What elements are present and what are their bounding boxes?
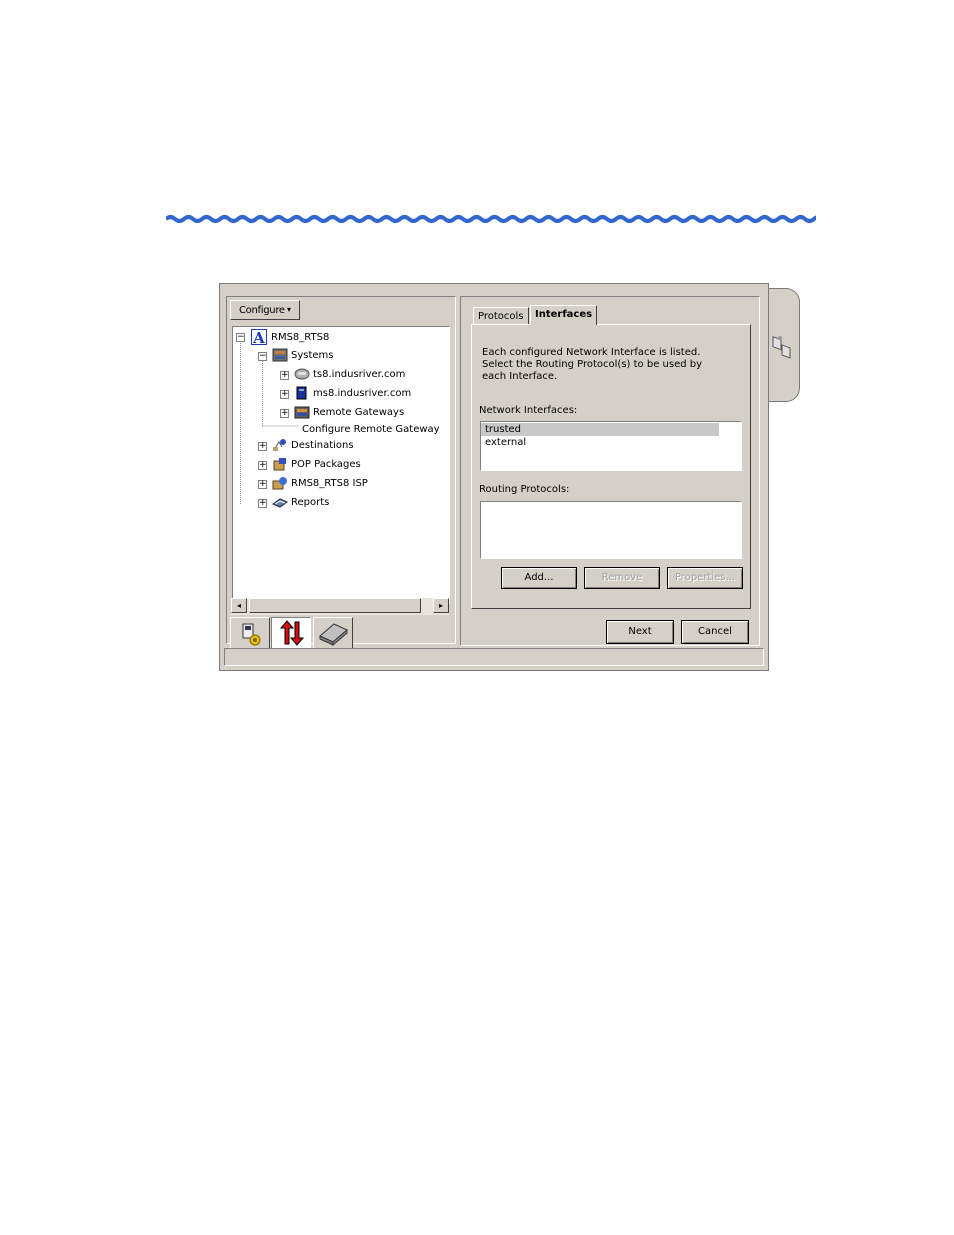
scroll-right-icon[interactable]: ▸ — [433, 598, 449, 613]
routing-protocols-label: Routing Protocols: — [479, 484, 570, 495]
tree-item-root[interactable]: A RMS8_RTS8 — [250, 329, 329, 345]
interfaces-tab-panel: Each configured Network Interface is lis… — [471, 324, 751, 609]
management-server-icon — [296, 386, 307, 400]
expand-isp-toggle[interactable]: + — [258, 480, 267, 489]
modem-icon — [319, 623, 348, 647]
expand-pop-toggle[interactable]: + — [258, 461, 267, 470]
isp-icon — [272, 477, 287, 490]
configuration-tool-button[interactable] — [230, 617, 270, 649]
chevron-down-icon: ▾ — [287, 305, 292, 314]
systems-icon — [272, 348, 288, 362]
up-down-arrows-icon — [279, 620, 305, 646]
status-bar — [224, 648, 764, 666]
description-line-3: each Interface. — [482, 371, 558, 382]
expand-gateways-toggle[interactable]: + — [280, 409, 289, 418]
tree-item-configure-gateway[interactable]: Configure Remote Gateway — [302, 422, 440, 438]
tree-label-destinations: Destinations — [291, 440, 354, 451]
routing-tool-button[interactable] — [271, 617, 311, 649]
next-button[interactable]: Next — [606, 620, 674, 644]
right-pane: Protocols Interfaces Each configured Net… — [460, 296, 760, 646]
tree-label-configure-gateway: Configure Remote Gateway — [302, 424, 440, 435]
scrollbar-thumb[interactable] — [249, 598, 421, 613]
tree-item-ts8[interactable]: ts8.indusriver.com — [294, 367, 405, 383]
tree-label-isp: RMS8_RTS8 ISP — [291, 478, 368, 489]
scroll-left-icon[interactable]: ◂ — [231, 598, 247, 613]
description-text: Each configured Network Interface is lis… — [482, 347, 702, 383]
collapse-systems-toggle[interactable]: − — [258, 352, 267, 361]
tree-label-ms8: ms8.indusriver.com — [313, 388, 412, 399]
tree-label-pop: POP Packages — [291, 459, 361, 470]
tree-label-reports: Reports — [291, 497, 330, 508]
cancel-button[interactable]: Cancel — [681, 620, 749, 644]
reports-icon — [272, 498, 288, 508]
tree-label-gateways: Remote Gateways — [313, 407, 405, 418]
navigation-tree[interactable]: − A RMS8_RTS8 − Systems + ts8.indusriver… — [232, 326, 450, 604]
tree-item-systems[interactable]: Systems — [272, 348, 334, 364]
left-pane: Configure ▾ − A RMS8_RTS8 − Systems + ts… — [226, 296, 456, 649]
tree-item-destinations[interactable]: Destinations — [272, 438, 354, 454]
interface-item-trusted[interactable]: trusted — [481, 423, 719, 436]
tab-interfaces[interactable]: Interfaces — [530, 305, 598, 325]
configure-menu-button[interactable]: Configure ▾ — [230, 300, 300, 320]
computers-gear-icon — [242, 623, 261, 646]
properties-button[interactable]: Properties... — [667, 567, 743, 589]
tab-interfaces-label: Interfaces — [535, 309, 593, 320]
side-tab[interactable] — [767, 288, 800, 402]
configuration-window: Configure ▾ − A RMS8_RTS8 − Systems + ts… — [219, 283, 800, 671]
description-line-2: Select the Routing Protocol(s) to be use… — [482, 359, 703, 370]
add-button[interactable]: Add... — [501, 567, 577, 589]
tab-protocols[interactable]: Protocols — [473, 307, 529, 324]
tree-item-pop-packages[interactable]: POP Packages — [272, 457, 361, 473]
tab-protocols-label: Protocols — [478, 311, 524, 322]
network-interfaces-label: Network Interfaces: — [479, 405, 578, 416]
tree-label-root: RMS8_RTS8 — [271, 332, 330, 343]
tree-label-systems: Systems — [291, 350, 334, 361]
horizontal-scrollbar[interactable]: ◂ ▸ — [231, 598, 449, 615]
interface-item-external[interactable]: external — [481, 436, 741, 449]
expand-ts8-toggle[interactable]: + — [280, 371, 289, 380]
logo-a-icon: A — [251, 329, 267, 345]
configure-label: Configure — [239, 305, 285, 316]
tree-item-remote-gateways[interactable]: Remote Gateways — [294, 405, 404, 421]
terminal-server-icon — [294, 368, 310, 380]
tree-label-ts8: ts8.indusriver.com — [313, 369, 406, 380]
routing-protocols-list[interactable] — [480, 501, 742, 559]
package-icon — [273, 458, 286, 471]
tree-item-ms8[interactable]: ms8.indusriver.com — [294, 386, 411, 402]
description-line-1: Each configured Network Interface is lis… — [482, 347, 701, 358]
wave-divider — [166, 215, 816, 223]
collapse-root-toggle[interactable]: − — [236, 333, 245, 342]
expand-destinations-toggle[interactable]: + — [258, 442, 267, 451]
gateway-icon — [294, 406, 310, 419]
modem-tool-button[interactable] — [313, 617, 353, 649]
network-hosts-icon[interactable] — [771, 333, 795, 359]
expand-ms8-toggle[interactable]: + — [280, 390, 289, 399]
svg-text:A: A — [252, 329, 265, 345]
expand-reports-toggle[interactable]: + — [258, 499, 267, 508]
tree-item-reports[interactable]: Reports — [272, 495, 329, 511]
network-interfaces-list[interactable]: trusted external — [480, 421, 742, 471]
destinations-icon — [273, 439, 286, 451]
tree-item-isp[interactable]: RMS8_RTS8 ISP — [272, 476, 368, 492]
remove-button[interactable]: Remove — [584, 567, 660, 589]
